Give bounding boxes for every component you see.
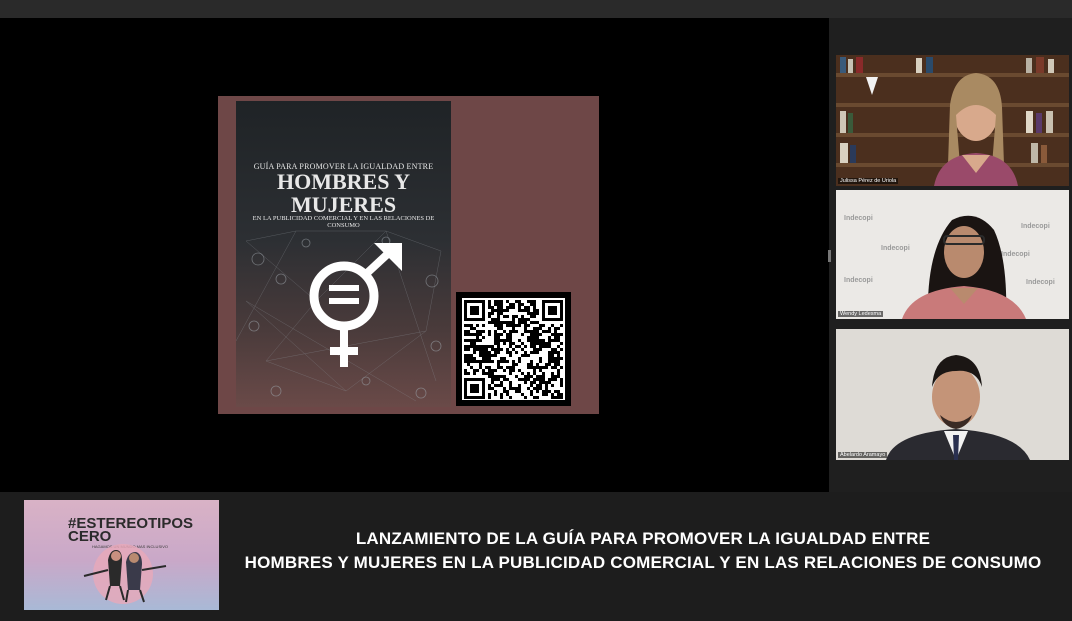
participant-video-2[interactable]: Indecopi Indecopi Indecopi Indecopi Inde…	[836, 190, 1069, 319]
brand-watermark-3: Indecopi	[1021, 223, 1050, 230]
qr-code-pattern	[462, 298, 565, 400]
participant-name-3: Abelardo Aramayo	[838, 452, 888, 458]
cover-subtitle: EN LA PUBLICIDAD COMERCIAL Y EN LAS RELA…	[252, 215, 435, 229]
qr-code	[456, 292, 571, 406]
cover-title-men: HOMBRES Y	[276, 169, 411, 194]
brand-watermark-4: Indecopi	[1001, 251, 1030, 258]
participant-name-2: Wendy Ledesma	[838, 311, 884, 317]
bookshelf-background	[836, 55, 1069, 186]
participant-video-3[interactable]: Abelardo Aramayo	[836, 329, 1069, 460]
event-title: LANZAMIENTO DE LA GUÍA PARA PROMOVER LA …	[222, 527, 1064, 575]
participant-name-1: Julissa Pérez de Uriola	[838, 178, 899, 184]
indecopi-background: Indecopi Indecopi Indecopi Indecopi Inde…	[836, 190, 1069, 319]
event-title-line1: LANZAMIENTO DE LA GUÍA PARA PROMOVER LA …	[355, 529, 931, 548]
qr-finder-square	[470, 306, 479, 315]
equality-gender-icon	[309, 243, 402, 367]
guide-cover-image: GUÍA PARA PROMOVER LA IGUALDAD ENTRE HOM…	[236, 101, 451, 407]
cover-title-women: MUJERES	[290, 192, 397, 217]
plain-wall-background	[836, 329, 1069, 460]
campaign-logo: #ESTEREOTIPOS CERO HAGAMOS UN MUNDO MAS …	[24, 500, 219, 610]
panel-resize-handle[interactable]	[828, 250, 831, 262]
qr-finder-square	[470, 384, 479, 393]
window-top-bar	[0, 0, 1072, 18]
qr-finder-square	[548, 306, 557, 315]
event-title-line2: HOMBRES Y MUJERES EN LA PUBLICIDAD COMER…	[244, 553, 1042, 572]
campaign-illustration	[83, 544, 167, 604]
brand-watermark-1: Indecopi	[844, 215, 873, 222]
brand-watermark-6: Indecopi	[1026, 279, 1055, 286]
participant-video-1[interactable]: Julissa Pérez de Uriola	[836, 55, 1069, 186]
brand-watermark-5: Indecopi	[844, 277, 873, 284]
brand-watermark-2: Indecopi	[881, 245, 910, 252]
